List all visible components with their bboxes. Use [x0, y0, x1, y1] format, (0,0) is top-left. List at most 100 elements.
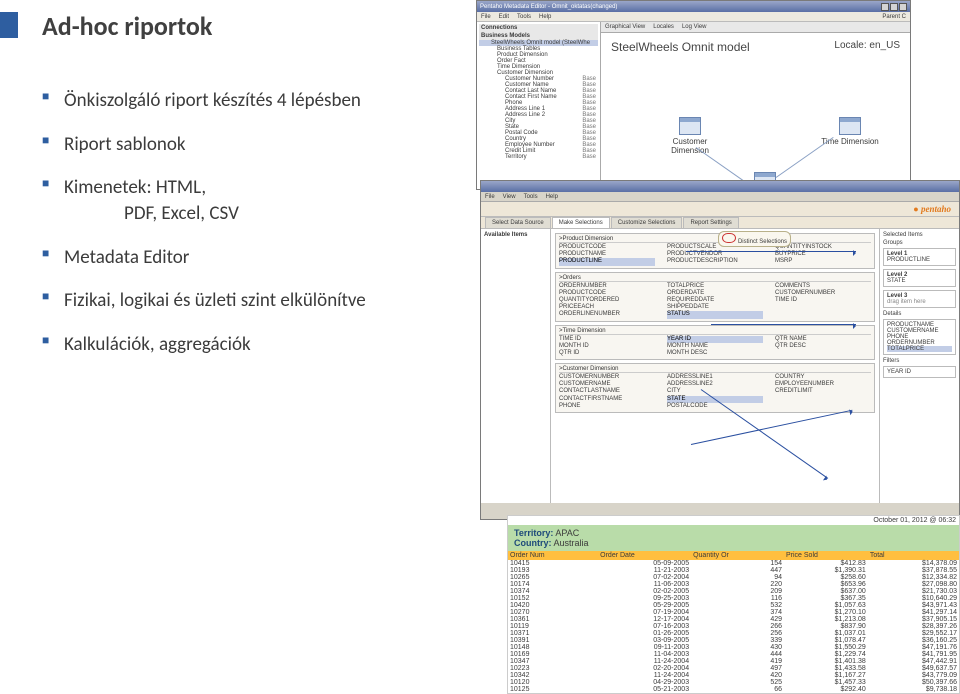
- designer-titlebar[interactable]: [481, 181, 959, 192]
- field-item[interactable]: ADDRESSLINE2: [667, 381, 763, 388]
- pentaho-logo: pentaho: [913, 204, 951, 214]
- field-item[interactable]: QUANTITYORDERED: [559, 297, 655, 304]
- window-titlebar[interactable]: Pentaho Metadata Editor - Omnit_oktatas(…: [477, 1, 910, 12]
- country-value: Australia: [554, 538, 589, 548]
- report-column-header: Total: [868, 551, 959, 560]
- country-label: Country:: [514, 538, 552, 548]
- field-item[interactable]: CUSTOMERNUMBER: [775, 290, 871, 297]
- field-item[interactable]: CITY: [667, 388, 763, 395]
- field-item[interactable]: PRODUCTLINE: [559, 258, 655, 265]
- menu-tools[interactable]: Tools: [517, 14, 531, 20]
- report-row: 1015209-25-2003116$367.35$10,640.29: [508, 595, 959, 602]
- filters-label: Filters: [883, 358, 956, 364]
- tree-models-header: Business Models: [479, 32, 598, 40]
- mapping-arrow: [711, 324, 856, 325]
- tab-customize[interactable]: Customize Selections: [611, 217, 683, 228]
- report-designer-window: File View Tools Help pentaho Select Data…: [480, 180, 960, 520]
- tree-connections-header: Connections: [479, 24, 598, 32]
- field-item[interactable]: COUNTRY: [775, 374, 871, 381]
- model-canvas[interactable]: Graphical View Locales Log View SteelWhe…: [601, 22, 910, 189]
- canvas-tab-locales[interactable]: Locales: [653, 24, 674, 30]
- field-item[interactable]: CUSTOMERNUMBER: [559, 374, 655, 381]
- field-item[interactable]: MONTH ID: [559, 343, 655, 350]
- report-column-header: Order Date: [598, 551, 691, 560]
- field-item[interactable]: TOTALPRICE: [667, 283, 763, 290]
- report-row: 1012505-21-200366$292.40$9,738.18: [508, 686, 959, 693]
- entity-time[interactable]: Time Dimension: [821, 117, 879, 146]
- group-level-3[interactable]: Level 3 drag item here: [883, 290, 956, 308]
- field-item[interactable]: PRODUCTVENDOR: [667, 251, 763, 258]
- field-item[interactable]: CONTACTFIRSTNAME: [559, 396, 655, 403]
- filters-box[interactable]: YEAR ID: [883, 366, 956, 378]
- field-item[interactable]: PHONE: [559, 403, 655, 410]
- field-item[interactable]: EMPLOYEENUMBER: [775, 381, 871, 388]
- report-row: 1011907-16-2003266$837.90$28,397.26: [508, 623, 959, 630]
- field-item[interactable]: COMMENTS: [775, 283, 871, 290]
- field-item[interactable]: PRICEEACH: [559, 304, 655, 311]
- tab-datasource[interactable]: Select Data Source: [485, 217, 551, 228]
- canvas-tab-graphical[interactable]: Graphical View: [605, 24, 645, 30]
- field-item[interactable]: MONTH NAME: [667, 343, 763, 350]
- field-item[interactable]: STATUS: [667, 311, 763, 318]
- close-icon[interactable]: [899, 3, 907, 11]
- field-item[interactable]: ORDERNUMBER: [559, 283, 655, 290]
- field-item[interactable]: ADDRESSLINE1: [667, 374, 763, 381]
- group-level-2[interactable]: Level 2 STATE: [883, 269, 956, 287]
- field-item[interactable]: POSTALCODE: [667, 403, 763, 410]
- field-item[interactable]: CREDITLIMIT: [775, 388, 871, 395]
- canvas-tab-log[interactable]: Log View: [682, 24, 707, 30]
- field-item[interactable]: PRODUCTCODE: [559, 244, 655, 251]
- bullet-5: Fizikai, logikai és üzleti szint elkülön…: [42, 288, 442, 314]
- tab-selections[interactable]: Make Selections: [552, 217, 610, 228]
- details-item[interactable]: TOTALPRICE: [887, 346, 952, 352]
- field-item[interactable]: SHIPPEDDATE: [667, 304, 763, 311]
- menu-tools[interactable]: Tools: [524, 194, 538, 200]
- maximize-icon[interactable]: [890, 3, 898, 11]
- entity-customer[interactable]: Customer Dimension: [661, 117, 719, 155]
- field-item[interactable]: CONTACTLASTNAME: [559, 388, 655, 395]
- field-item[interactable]: QTR NAME: [775, 336, 871, 343]
- panel-header[interactable]: >Customer Dimension: [559, 366, 871, 373]
- menu-file[interactable]: File: [485, 194, 495, 200]
- panel-header[interactable]: >Time Dimension: [559, 328, 871, 335]
- field-item[interactable]: TIME ID: [775, 297, 871, 304]
- field-item[interactable]: MSRP: [775, 258, 871, 265]
- model-tree[interactable]: Connections Business Models SteelWheels …: [477, 22, 601, 189]
- available-items-label: Available Items: [484, 232, 547, 238]
- menu-edit[interactable]: Edit: [499, 14, 509, 20]
- field-item[interactable]: PRODUCTDESCRIPTION: [667, 258, 763, 265]
- group-level-1[interactable]: Level 1 PRODUCTLINE: [883, 248, 956, 266]
- panel-header[interactable]: >Orders: [559, 275, 871, 282]
- tree-column[interactable]: TerritoryBase: [479, 154, 598, 160]
- field-item[interactable]: PRODUCTCODE: [559, 290, 655, 297]
- field-item[interactable]: REQUIREDDATE: [667, 297, 763, 304]
- field-item[interactable]: ORDERLINENUMBER: [559, 311, 655, 318]
- field-item[interactable]: YEAR ID: [667, 336, 763, 343]
- metadata-editor-window: Pentaho Metadata Editor - Omnit_oktatas(…: [476, 0, 911, 190]
- field-item[interactable]: TIME ID: [559, 336, 655, 343]
- details-box[interactable]: PRODUCTNAMECUSTOMERNAMEPHONEORDERNUMBERT…: [883, 319, 956, 355]
- menu-help[interactable]: Help: [546, 194, 558, 200]
- field-item[interactable]: MONTH DESC: [667, 350, 763, 357]
- distinct-selections-checkbox[interactable]: Distinct Selections: [718, 231, 791, 247]
- panel-header[interactable]: >Product Dimension: [559, 236, 871, 243]
- slide-accent-bar: [0, 12, 18, 38]
- field-item[interactable]: QTR DESC: [775, 343, 871, 350]
- field-item[interactable]: PRODUCTNAME: [559, 251, 655, 258]
- field-item[interactable]: QTR ID: [559, 350, 655, 357]
- field-item[interactable]: CUSTOMERNAME: [559, 381, 655, 388]
- menu-help[interactable]: Help: [539, 14, 551, 20]
- bullet-3-sub: PDF, Excel, CSV: [64, 201, 442, 227]
- report-row: 1034711-24-2004419$1,401.38$47,442.91: [508, 658, 959, 665]
- report-row: 1017411-06-2003220$653.96$27,098.80: [508, 581, 959, 588]
- menu-file[interactable]: File: [481, 14, 491, 20]
- field-item[interactable]: ORDERDATE: [667, 290, 763, 297]
- tab-settings[interactable]: Report Settings: [683, 217, 738, 228]
- selected-items-panel: Selected Items Groups Level 1 PRODUCTLIN…: [879, 229, 959, 503]
- minimize-icon[interactable]: [881, 3, 889, 11]
- report-row: 1016911-04-2003444$1,229.74$41,791.95: [508, 651, 959, 658]
- report-row: 1039103-09-2005339$1,078.47$36,160.25: [508, 637, 959, 644]
- report-row: 1036112-17-2004429$1,213.08$37,905.15: [508, 616, 959, 623]
- customer-dimension-panel: >Customer Dimension CUSTOMERNUMBERCUSTOM…: [555, 363, 875, 413]
- menu-view[interactable]: View: [503, 194, 516, 200]
